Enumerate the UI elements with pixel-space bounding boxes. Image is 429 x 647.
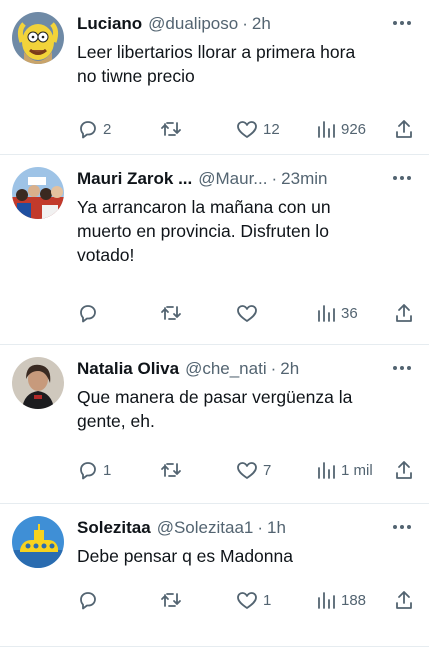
crowd-avatar-icon[interactable] xyxy=(12,167,64,219)
view-count: 1 mil xyxy=(341,461,373,479)
tweet-header: Solezitaa @Solezitaa1 · 1h xyxy=(77,516,415,540)
separator-dot: · xyxy=(270,359,277,378)
more-options-icon[interactable] xyxy=(389,12,415,34)
tweet[interactable]: Luciano @dualiposo · 2h Leer libertarios… xyxy=(0,0,429,155)
view-count: 36 xyxy=(341,304,358,322)
reply-button[interactable] xyxy=(77,589,103,611)
like-count: 7 xyxy=(263,461,272,479)
like-button[interactable] xyxy=(235,302,263,324)
submarine-avatar-icon[interactable] xyxy=(12,516,64,568)
timestamp[interactable]: 23min xyxy=(281,168,327,190)
user-handle[interactable]: @che_nati xyxy=(185,358,267,380)
homer-avatar-icon[interactable] xyxy=(12,12,64,64)
separator-dot: · xyxy=(242,14,248,33)
retweet-button[interactable] xyxy=(159,302,187,324)
timestamp[interactable]: 2h xyxy=(280,358,299,380)
tweet-header: Natalia Oliva @che_nati · 2h xyxy=(77,357,415,381)
reply-icon xyxy=(77,302,99,324)
more-options-icon[interactable] xyxy=(389,357,415,379)
tweet-text: Que manera de pasar vergüenza la gente, … xyxy=(77,387,353,431)
heart-icon xyxy=(235,589,259,611)
tweet-text: Ya arrancaron la mañana con un muerto en… xyxy=(77,197,331,265)
reply-icon xyxy=(77,118,99,140)
retweet-icon xyxy=(159,118,183,140)
reply-icon xyxy=(77,589,99,611)
share-icon xyxy=(393,459,415,481)
share-icon xyxy=(393,118,415,140)
like-button[interactable]: 7 xyxy=(235,459,271,481)
display-name[interactable]: Solezitaa xyxy=(77,517,151,539)
views-button[interactable]: 188 xyxy=(315,589,366,611)
view-count: 188 xyxy=(341,591,367,609)
timestamp[interactable]: 2h xyxy=(252,13,271,35)
retweet-button[interactable] xyxy=(159,459,187,481)
share-button[interactable] xyxy=(393,118,415,140)
tweet-header: Luciano @dualiposo · 2h xyxy=(77,12,415,36)
views-button[interactable]: 36 xyxy=(315,302,358,324)
tweet-text: Debe pensar q es Madonna xyxy=(77,546,293,566)
tweet-actions: 2 12 926 xyxy=(77,116,415,142)
tweet-actions: 1 188 xyxy=(77,587,415,613)
share-button[interactable] xyxy=(393,589,415,611)
share-button[interactable] xyxy=(393,302,415,324)
views-button[interactable]: 1 mil xyxy=(315,459,373,481)
tweet[interactable]: Natalia Oliva @che_nati · 2h Que manera … xyxy=(0,345,429,504)
reply-button[interactable] xyxy=(77,302,103,324)
reply-button[interactable]: 1 xyxy=(77,459,111,481)
user-handle[interactable]: @dualiposo xyxy=(148,13,238,35)
display-name[interactable]: Mauri Zarok ... xyxy=(77,168,192,190)
tweet-text: Leer libertarios llorar a primera hora n… xyxy=(77,42,356,86)
display-name[interactable]: Luciano xyxy=(77,13,142,35)
tweet[interactable]: Solezitaa @Solezitaa1 · 1h Debe pensar q… xyxy=(0,504,429,647)
like-button[interactable]: 12 xyxy=(235,118,280,140)
views-chart-icon xyxy=(315,302,337,324)
retweet-button[interactable] xyxy=(159,118,187,140)
reply-button[interactable]: 2 xyxy=(77,118,111,140)
reply-count: 2 xyxy=(103,120,112,138)
separator-dot: · xyxy=(271,169,278,188)
like-count: 1 xyxy=(263,591,272,609)
like-button[interactable]: 1 xyxy=(235,589,271,611)
share-button[interactable] xyxy=(393,459,415,481)
reply-icon xyxy=(77,459,99,481)
retweet-icon xyxy=(159,589,183,611)
heart-icon xyxy=(235,459,259,481)
heart-icon xyxy=(235,302,259,324)
tweet-actions: 36 xyxy=(77,300,415,326)
tweet-header: Mauri Zarok ... @Maur... · 23min xyxy=(77,167,415,191)
retweet-button[interactable] xyxy=(159,589,187,611)
timestamp[interactable]: 1h xyxy=(267,517,286,539)
person-avatar-icon[interactable] xyxy=(12,357,64,409)
views-button[interactable]: 926 xyxy=(315,118,366,140)
user-handle[interactable]: @Maur... xyxy=(198,168,267,190)
separator-dot: · xyxy=(257,518,264,537)
tweet[interactable]: Mauri Zarok ... @Maur... · 23min Ya arra… xyxy=(0,155,429,345)
views-chart-icon xyxy=(315,118,337,140)
more-options-icon[interactable] xyxy=(389,167,415,189)
like-count: 12 xyxy=(263,120,280,138)
display-name[interactable]: Natalia Oliva xyxy=(77,358,179,380)
reply-count: 1 xyxy=(103,461,112,479)
heart-icon xyxy=(235,118,259,140)
views-chart-icon xyxy=(315,589,337,611)
retweet-icon xyxy=(159,302,183,324)
reply-feed: Luciano @dualiposo · 2h Leer libertarios… xyxy=(0,0,429,647)
more-options-icon[interactable] xyxy=(389,516,415,538)
retweet-icon xyxy=(159,459,183,481)
views-chart-icon xyxy=(315,459,337,481)
share-icon xyxy=(393,302,415,324)
view-count: 926 xyxy=(341,120,367,138)
tweet-actions: 1 7 1 mil xyxy=(77,457,415,483)
user-handle[interactable]: @Solezitaa1 xyxy=(157,517,254,539)
share-icon xyxy=(393,589,415,611)
